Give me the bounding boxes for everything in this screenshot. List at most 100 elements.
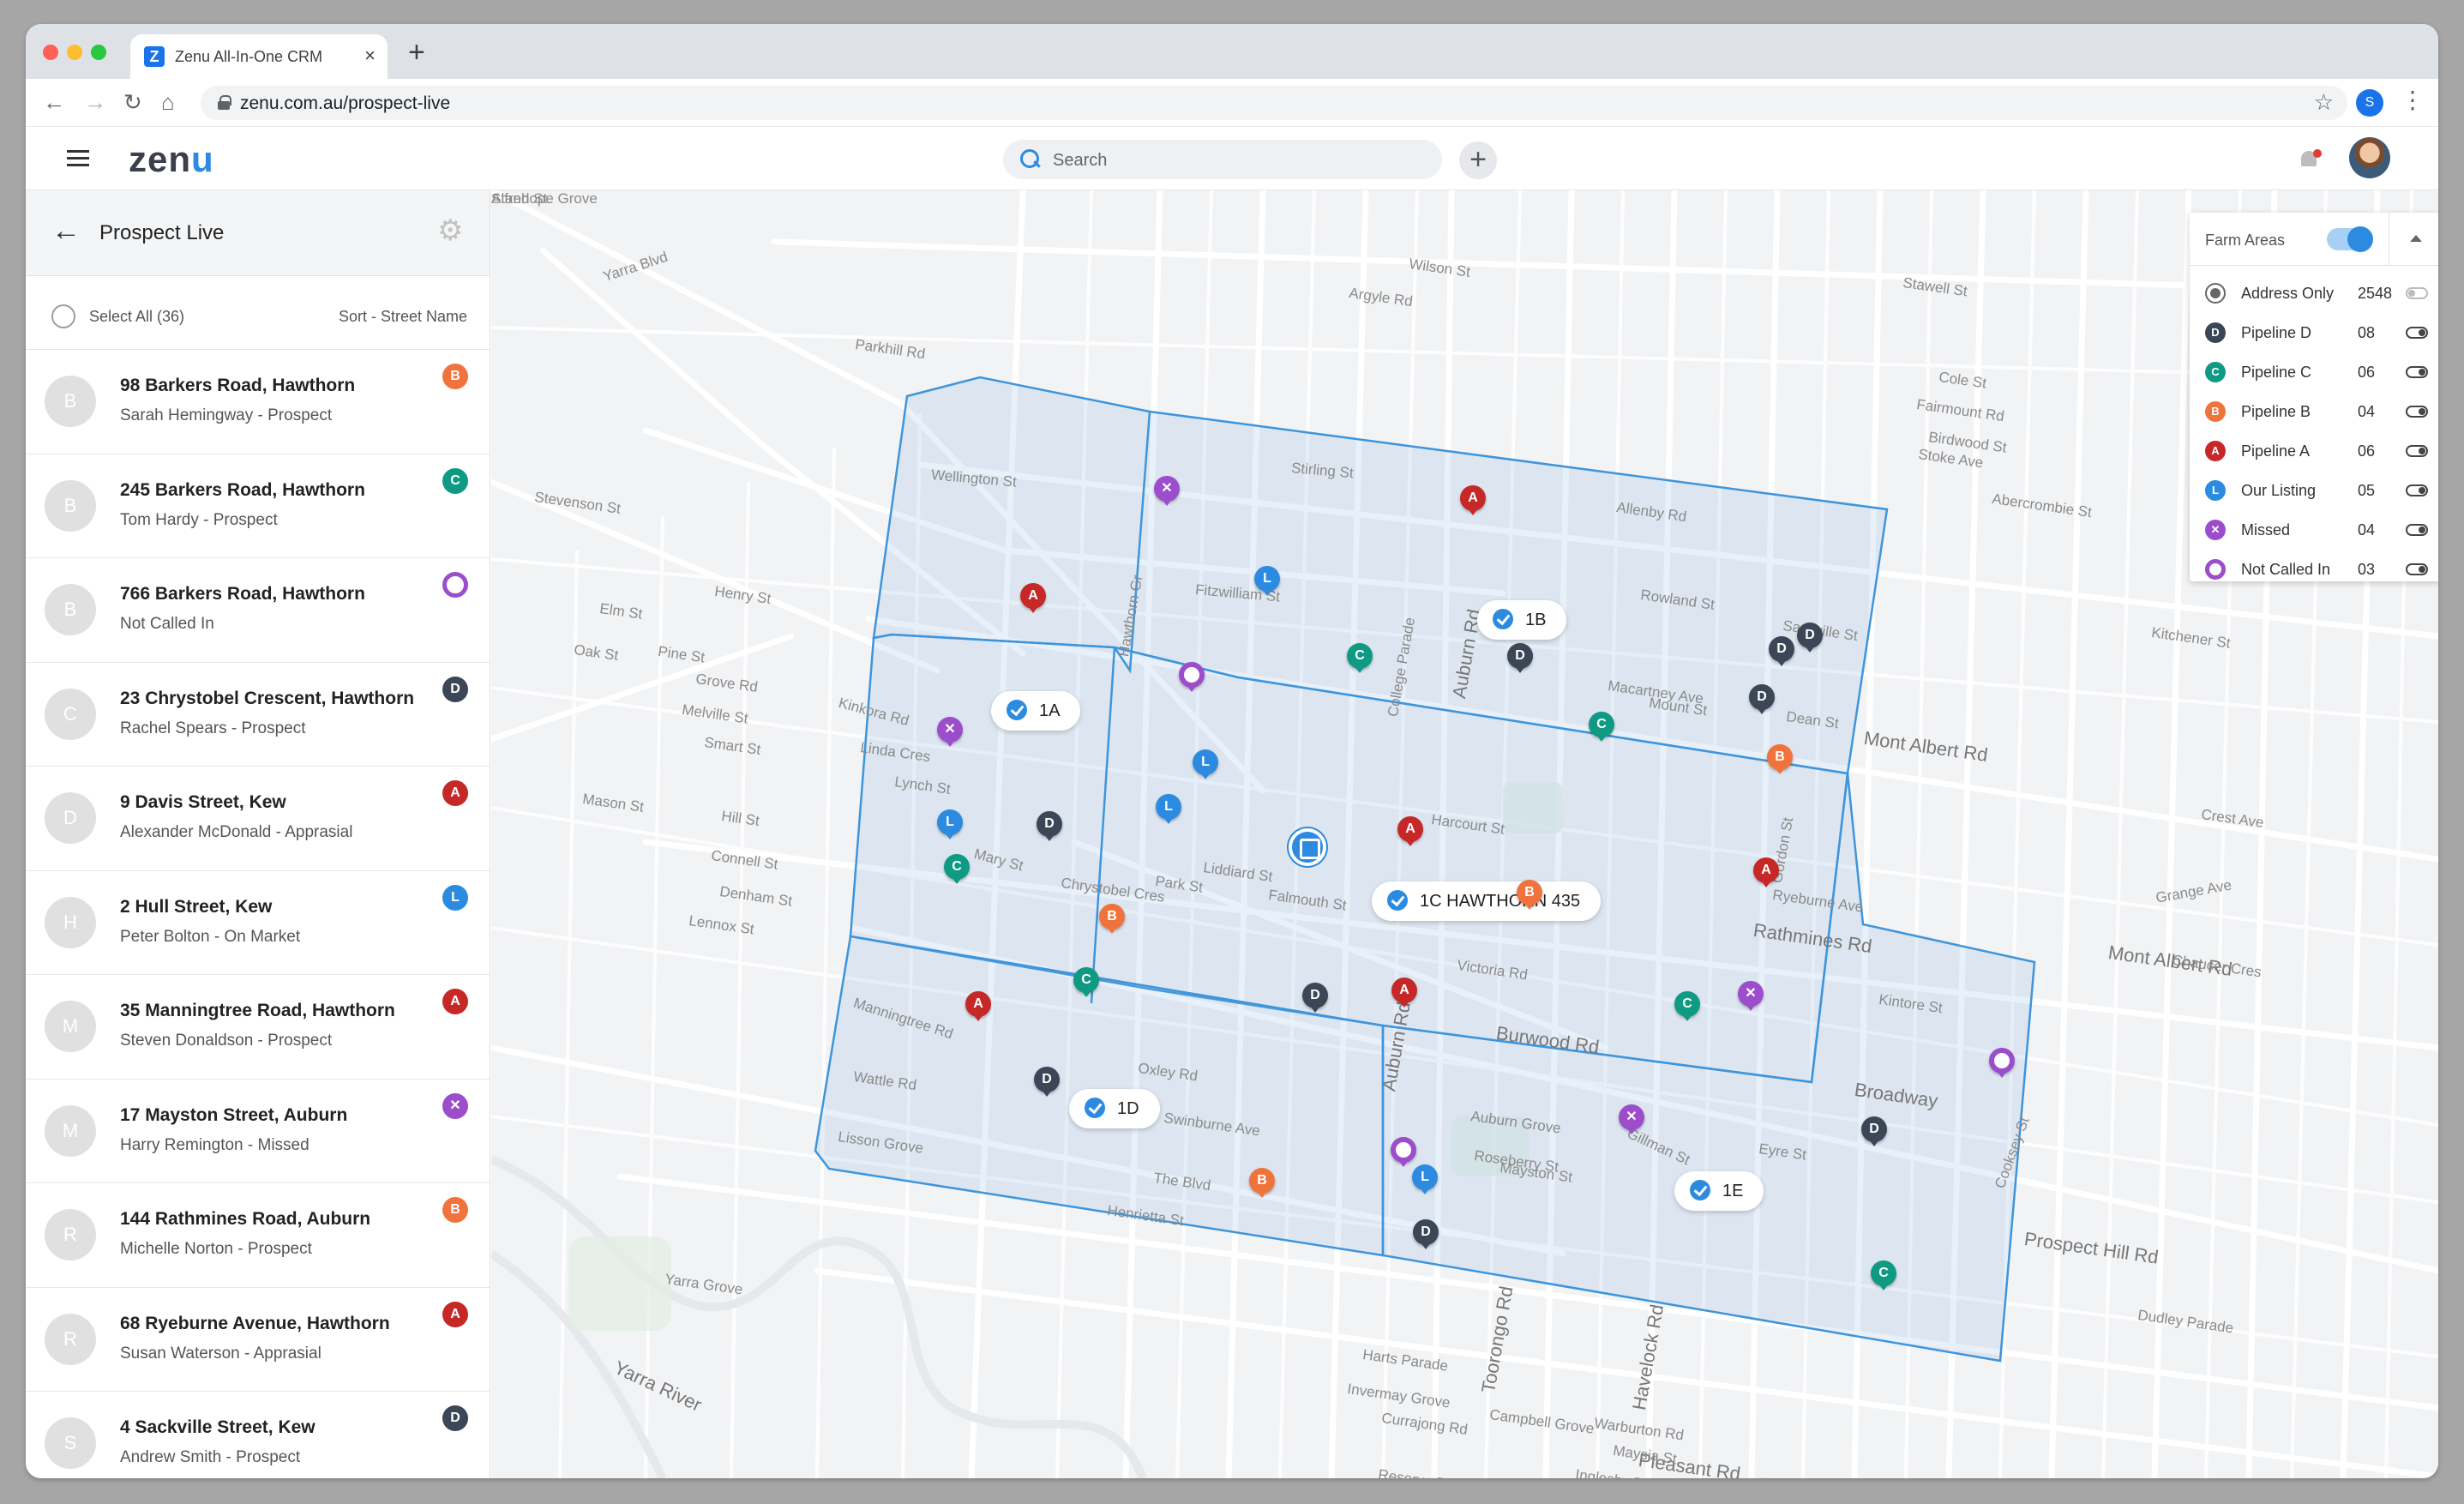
user-avatar[interactable] bbox=[2349, 137, 2390, 178]
legend-toggle[interactable] bbox=[2406, 366, 2428, 378]
status-badge: B bbox=[442, 364, 468, 389]
map-pin[interactable]: C bbox=[1073, 967, 1099, 997]
map-pin[interactable]: ✕ bbox=[1738, 981, 1764, 1011]
map-pin[interactable]: C bbox=[944, 854, 970, 884]
map-pin[interactable]: D bbox=[1507, 643, 1533, 673]
app-header: zenu Search + bbox=[26, 127, 2438, 190]
map-pin[interactable]: ✕ bbox=[1619, 1104, 1644, 1134]
browser-tab[interactable]: Z Zenu All-In-One CRM × bbox=[130, 34, 388, 79]
logo-accent: u bbox=[191, 139, 214, 179]
forward-icon[interactable]: → bbox=[84, 89, 106, 115]
map-pin[interactable]: L bbox=[1156, 794, 1181, 824]
farm-area-label[interactable]: 1A bbox=[991, 691, 1081, 731]
sort-dropdown[interactable]: Sort - Street Name bbox=[339, 308, 467, 326]
list-item[interactable]: M 17 Mayston Street, Auburn Harry Remingto… bbox=[26, 1080, 490, 1183]
map-pin[interactable] bbox=[1391, 1137, 1416, 1167]
select-all-radio[interactable] bbox=[51, 304, 75, 328]
map-pin[interactable]: B bbox=[1249, 1168, 1275, 1198]
map-pin[interactable]: A bbox=[1397, 816, 1423, 846]
farm-area-label[interactable]: 1C HAWTHORN 435 bbox=[1372, 881, 1602, 921]
map-pin[interactable] bbox=[1989, 1048, 2015, 1078]
avatar: R bbox=[45, 1313, 96, 1365]
maximize-window-button[interactable] bbox=[91, 45, 106, 60]
map-pin[interactable]: L bbox=[1254, 566, 1280, 596]
status-badge: L bbox=[442, 884, 468, 911]
map-pin[interactable]: C bbox=[1589, 712, 1614, 742]
list-item[interactable]: S 4 Sackville Street, Kew Andrew Smith - P… bbox=[26, 1392, 490, 1478]
status-badge: A bbox=[442, 989, 468, 1014]
list-item[interactable]: B 245 Barkers Road, Hawthorn Tom Hardy - P… bbox=[26, 454, 490, 558]
farm-area-label[interactable]: 1E bbox=[1674, 1171, 1764, 1211]
legend-toggle[interactable] bbox=[2406, 406, 2428, 418]
map-pin[interactable]: L bbox=[1412, 1164, 1438, 1194]
search-input[interactable]: Search bbox=[1003, 140, 1442, 179]
list-item-subtitle: Rachel Spears - Prospect bbox=[120, 719, 306, 737]
map-pin[interactable]: A bbox=[1753, 857, 1779, 887]
map-pin[interactable]: B bbox=[1099, 904, 1125, 934]
close-window-button[interactable] bbox=[43, 45, 58, 60]
map-pin[interactable]: D bbox=[1037, 811, 1062, 841]
back-icon[interactable]: ← bbox=[43, 89, 65, 115]
collapse-legend-icon[interactable] bbox=[2389, 213, 2438, 266]
home-pin-icon[interactable] bbox=[1289, 828, 1326, 866]
browser-menu-icon[interactable]: ⋮ bbox=[2401, 87, 2425, 113]
legend-toggle[interactable] bbox=[2406, 445, 2428, 457]
legend-toggle[interactable] bbox=[2406, 524, 2428, 536]
map-pin[interactable]: C bbox=[1674, 991, 1700, 1021]
notification-bell-icon[interactable] bbox=[2298, 147, 2322, 171]
map-pin[interactable]: C bbox=[1347, 643, 1373, 673]
select-all-label[interactable]: Select All (36) bbox=[89, 308, 184, 326]
gear-icon[interactable]: ⚙ bbox=[437, 216, 463, 245]
map-view[interactable]: Yarra Blvd Wellington St Stirling St Fitzwi… bbox=[491, 190, 2438, 1478]
list-item[interactable]: B 766 Barkers Road, Hawthorn Not Called In bbox=[26, 558, 490, 663]
list-item[interactable]: R 68 Ryeburne Avenue, Hawthorn Susan Water… bbox=[26, 1288, 490, 1392]
map-pin[interactable]: C bbox=[1871, 1260, 1896, 1290]
map-pin[interactable]: D bbox=[1034, 1067, 1060, 1097]
farm-areas-toggle[interactable] bbox=[2327, 226, 2373, 252]
map-pin[interactable] bbox=[1179, 662, 1205, 692]
list-item[interactable]: B 98 Barkers Road, Hawthorn Sarah Hemingwa… bbox=[26, 350, 490, 454]
menu-icon[interactable] bbox=[67, 150, 89, 167]
map-pin[interactable]: D bbox=[1861, 1116, 1887, 1146]
zenu-logo[interactable]: zenu bbox=[129, 139, 214, 180]
reload-icon[interactable]: ↻ bbox=[123, 89, 142, 115]
map-pin[interactable]: A bbox=[1020, 583, 1046, 613]
map-pin[interactable]: L bbox=[1193, 749, 1218, 779]
map-pin[interactable]: D bbox=[1302, 983, 1328, 1013]
status-badge: ✕ bbox=[442, 1092, 468, 1119]
list-item[interactable]: R 144 Rathmines Road, Auburn Michelle Nort… bbox=[26, 1183, 490, 1288]
farm-area-label[interactable]: 1B bbox=[1477, 600, 1567, 640]
map-pin[interactable]: ✕ bbox=[1154, 476, 1180, 506]
map-pin[interactable]: D bbox=[1749, 684, 1775, 714]
home-icon[interactable]: ⌂ bbox=[161, 89, 175, 115]
minimize-window-button[interactable] bbox=[67, 45, 82, 60]
url-field[interactable]: zenu.com.au/prospect-live ☆ bbox=[201, 86, 2347, 120]
map-pin[interactable]: ✕ bbox=[937, 717, 963, 747]
new-tab-button[interactable]: + bbox=[408, 38, 425, 67]
farm-area-label[interactable]: 1D bbox=[1069, 1089, 1160, 1128]
map-pin[interactable]: B bbox=[1767, 744, 1793, 774]
map-pin[interactable]: D bbox=[1769, 636, 1794, 666]
list-item[interactable]: H 2 Hull Street, Kew Peter Bolton - On Mar… bbox=[26, 871, 490, 975]
close-tab-icon[interactable]: × bbox=[364, 45, 376, 67]
legend-marker-icon: ✕ bbox=[2205, 520, 2226, 540]
list-item[interactable]: C 23 Chrystobel Crescent, Hawthorn Rachel … bbox=[26, 663, 490, 767]
map-pin[interactable]: B bbox=[1517, 880, 1542, 910]
legend-toggle[interactable] bbox=[2406, 287, 2428, 299]
map-pin[interactable]: D bbox=[1413, 1219, 1439, 1249]
legend-toggle[interactable] bbox=[2406, 327, 2428, 339]
map-pin[interactable]: L bbox=[937, 809, 963, 839]
add-button[interactable]: + bbox=[1459, 141, 1497, 179]
legend-count: 2548 bbox=[2358, 285, 2393, 302]
list-item[interactable]: D 9 Davis Street, Kew Alexander McDonald -… bbox=[26, 767, 490, 871]
map-pin[interactable]: A bbox=[1391, 978, 1417, 1008]
legend-toggle[interactable] bbox=[2406, 484, 2428, 496]
legend-toggle[interactable] bbox=[2406, 563, 2428, 575]
back-arrow-icon[interactable]: ← bbox=[51, 216, 81, 245]
list-item[interactable]: M 35 Manningtree Road, Hawthorn Steven Don… bbox=[26, 975, 490, 1080]
map-pin[interactable]: D bbox=[1797, 623, 1823, 653]
map-pin[interactable]: A bbox=[965, 991, 991, 1021]
bookmark-star-icon[interactable]: ☆ bbox=[2314, 89, 2334, 116]
browser-profile-avatar[interactable]: S bbox=[2356, 89, 2383, 117]
map-pin[interactable]: A bbox=[1460, 485, 1486, 515]
